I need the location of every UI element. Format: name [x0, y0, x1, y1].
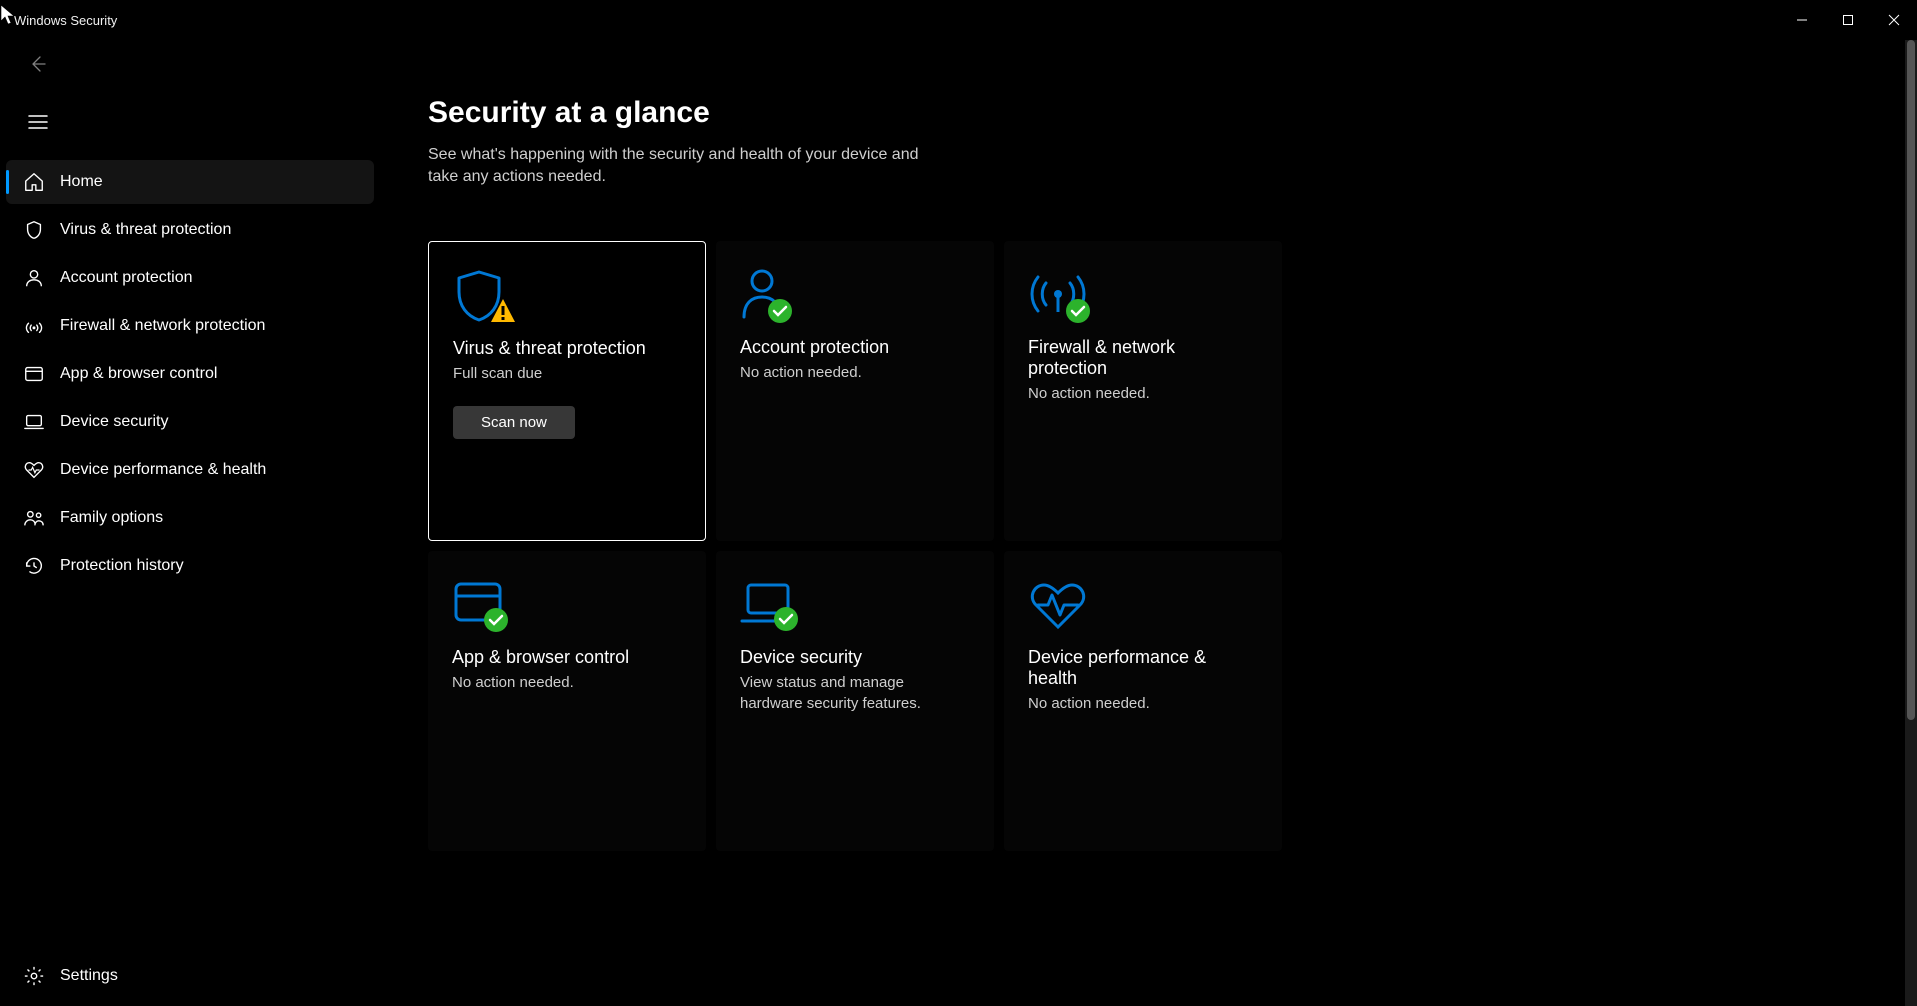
sidebar-item-device-security[interactable]: Device security [6, 400, 374, 444]
hamburger-button[interactable] [22, 106, 54, 138]
sidebar-item-history[interactable]: Protection history [6, 544, 374, 588]
sidebar-item-family[interactable]: Family options [6, 496, 374, 540]
sidebar-item-app-browser[interactable]: App & browser control [6, 352, 374, 396]
person-icon [18, 267, 50, 289]
tile-title: Virus & threat protection [453, 338, 681, 359]
shield-icon [18, 219, 50, 241]
sidebar-item-label: Device performance & health [60, 461, 266, 479]
tile-status: No action needed. [1028, 383, 1258, 404]
person-check-icon [740, 265, 970, 329]
sidebar-item-label: Account protection [60, 269, 193, 287]
shield-warning-icon [453, 266, 681, 330]
scan-now-button[interactable]: Scan now [453, 406, 575, 439]
tile-status: No action needed. [452, 672, 682, 693]
close-icon [1888, 14, 1900, 26]
tile-title: Account protection [740, 337, 970, 358]
maximize-icon [1842, 14, 1854, 26]
sidebar-item-label: Settings [60, 967, 118, 985]
tile-status: No action needed. [740, 362, 970, 383]
minimize-icon [1796, 14, 1808, 26]
signal-icon [18, 315, 50, 337]
tile-account[interactable]: Account protection No action needed. [716, 241, 994, 541]
signal-check-icon [1028, 265, 1258, 329]
main-content: Security at a glance See what's happenin… [380, 40, 1917, 1006]
heartbeat-icon [1028, 575, 1258, 639]
sidebar-item-label: App & browser control [60, 365, 217, 383]
titlebar-controls [1779, 0, 1917, 40]
tile-device-security[interactable]: Device security View status and manage h… [716, 551, 994, 851]
sidebar-item-label: Virus & threat protection [60, 221, 231, 239]
tile-grid: Virus & threat protection Full scan due … [428, 241, 1917, 851]
maximize-button[interactable] [1825, 0, 1871, 40]
tile-firewall[interactable]: Firewall & network protection No action … [1004, 241, 1282, 541]
window-title: Windows Security [14, 13, 117, 28]
sidebar-item-home[interactable]: Home [6, 160, 374, 204]
laptop-icon [18, 411, 50, 433]
page-title: Security at a glance [428, 96, 1917, 130]
back-arrow-icon [28, 54, 48, 74]
tile-virus-threat[interactable]: Virus & threat protection Full scan due … [428, 241, 706, 541]
sidebar-item-label: Device security [60, 413, 168, 431]
gear-icon [18, 965, 50, 987]
heartbeat-icon [18, 459, 50, 481]
hamburger-icon [28, 114, 48, 130]
tile-status: View status and manage hardware security… [740, 672, 970, 714]
history-icon [18, 555, 50, 577]
sidebar-item-settings[interactable]: Settings [6, 954, 374, 998]
tile-title: Device performance & health [1028, 647, 1258, 689]
home-icon [18, 171, 50, 193]
sidebar-item-firewall[interactable]: Firewall & network protection [6, 304, 374, 348]
sidebar-item-label: Home [60, 173, 103, 191]
window-icon [18, 363, 50, 385]
sidebar: Home Virus & threat protection Account p… [0, 40, 380, 1006]
nav: Home Virus & threat protection Account p… [0, 160, 380, 588]
sidebar-item-label: Firewall & network protection [60, 317, 265, 335]
sidebar-item-performance[interactable]: Device performance & health [6, 448, 374, 492]
sidebar-item-account[interactable]: Account protection [6, 256, 374, 300]
tile-status: Full scan due [453, 363, 681, 384]
scrollbar[interactable] [1905, 40, 1917, 1006]
back-button[interactable] [22, 48, 54, 80]
tile-app-browser[interactable]: App & browser control No action needed. [428, 551, 706, 851]
laptop-check-icon [740, 575, 970, 639]
tile-performance[interactable]: Device performance & health No action ne… [1004, 551, 1282, 851]
sidebar-item-label: Protection history [60, 557, 184, 575]
sidebar-item-label: Family options [60, 509, 163, 527]
scrollbar-thumb[interactable] [1907, 40, 1915, 720]
tile-title: Device security [740, 647, 970, 668]
tile-status: No action needed. [1028, 693, 1258, 714]
window-check-icon [452, 575, 682, 639]
titlebar: Windows Security [0, 0, 1917, 40]
sidebar-item-virus[interactable]: Virus & threat protection [6, 208, 374, 252]
family-icon [18, 507, 50, 529]
close-button[interactable] [1871, 0, 1917, 40]
tile-title: App & browser control [452, 647, 682, 668]
page-subtitle: See what's happening with the security a… [428, 144, 948, 189]
minimize-button[interactable] [1779, 0, 1825, 40]
tile-title: Firewall & network protection [1028, 337, 1258, 379]
